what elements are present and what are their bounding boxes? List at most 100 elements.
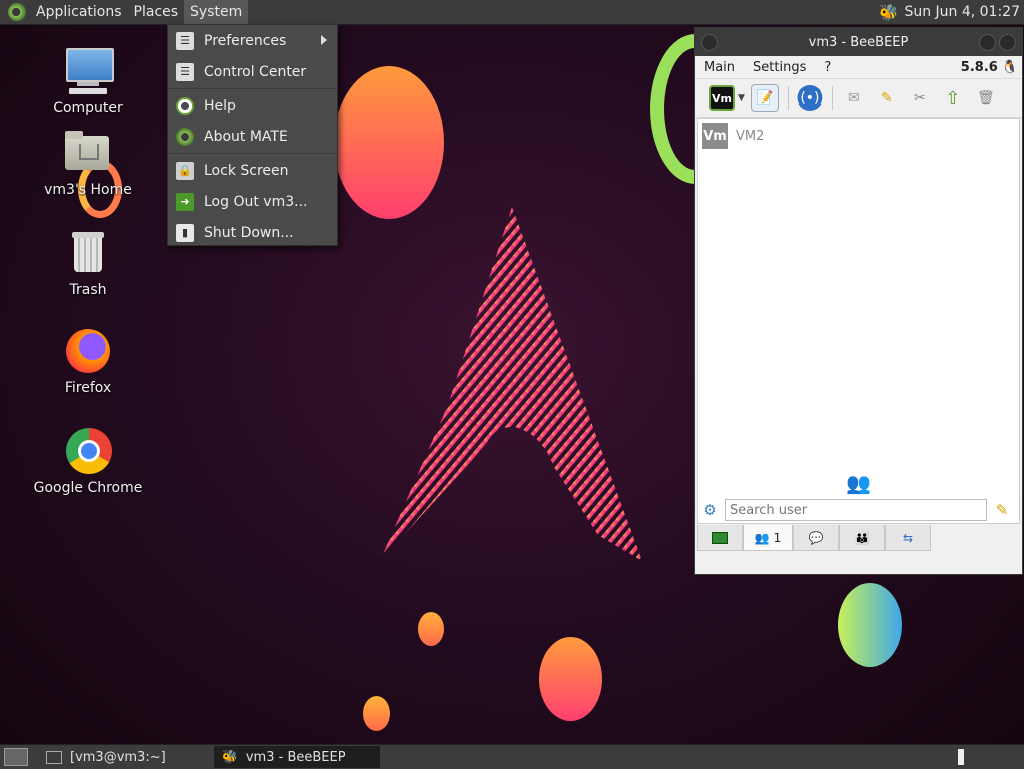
tray-area: 🐝 Sun Jun 4, 01:27 [879, 3, 1024, 22]
clear-search-icon[interactable]: ✎ [987, 501, 1017, 519]
close-button[interactable] [999, 34, 1016, 51]
beebeep-tray-icon[interactable]: 🐝 [879, 3, 899, 22]
help-icon [176, 96, 194, 115]
tab-chats[interactable]: 💬 [793, 525, 839, 551]
wallpaper-orb [838, 583, 902, 667]
bottom-panel: [vm3@vm3:~] 🐝 vm3 - BeeBEEP [0, 744, 1024, 769]
search-user-input[interactable] [725, 499, 987, 521]
menu-item-help[interactable]: Help [168, 90, 337, 121]
linux-icon: 🐧 [1001, 59, 1018, 75]
menu-item-label: Help [204, 97, 236, 114]
shutdown-icon: ▮ [176, 223, 194, 242]
search-row: ⚙ ✎ [695, 497, 1022, 523]
terminal-icon [46, 750, 62, 764]
window-titlebar[interactable]: vm3 - BeeBEEP [695, 28, 1022, 56]
menu-item-preferences[interactable]: ☰ Preferences [168, 25, 337, 56]
firefox-icon [63, 326, 113, 376]
desktop-icon-trash[interactable]: Trash [28, 228, 148, 298]
settings-gear-icon[interactable]: ⚙ [695, 501, 725, 519]
desktop-icon-label: vm3's Home [44, 182, 132, 198]
menu-main[interactable]: Main [695, 60, 744, 75]
applications-menu[interactable]: Applications [30, 0, 128, 24]
beebeep-tabs: 👥 1 💬 👪 ⇆ [697, 525, 931, 551]
desktop-icon-label: Google Chrome [33, 480, 143, 496]
group-icon: 👪 [854, 530, 870, 545]
desktop-icon-label: Computer [53, 100, 123, 116]
show-desktop-icon[interactable] [4, 748, 28, 766]
wallpaper-orb [334, 66, 444, 219]
network-icon[interactable]: ((•)) [795, 85, 825, 111]
beebeep-toolbar: Vm ▼ 📝 ((•)) ✉ ✎ ✂ ⇧ 🗑 [695, 79, 1022, 118]
desktop-icon-home[interactable]: vm3's Home [28, 128, 148, 198]
menu-item-about-mate[interactable]: About MATE [168, 121, 337, 152]
desktop-icon-chrome[interactable]: Google Chrome [28, 426, 148, 496]
menu-item-label: Lock Screen [204, 162, 289, 179]
lock-screen-icon: 🔒 [176, 161, 194, 180]
menu-settings[interactable]: Settings [744, 60, 815, 75]
menu-item-label: Log Out vm3... [204, 193, 308, 210]
menu-item-control-center[interactable]: ☰ Control Center [168, 56, 337, 87]
trash-icon [63, 228, 113, 278]
top-panel: Applications Places System 🐝 Sun Jun 4, … [0, 0, 1024, 25]
tab-groups[interactable]: 👪 [839, 525, 885, 551]
desktop-icon-label: Firefox [64, 380, 112, 396]
mate-logo-icon[interactable] [8, 3, 26, 21]
wallpaper-orb [363, 696, 390, 731]
trash-bin-icon[interactable]: 🗑 [973, 85, 999, 111]
places-menu[interactable]: Places [128, 0, 185, 24]
upload-icon[interactable]: ⇧ [940, 85, 966, 111]
menu-item-label: About MATE [204, 128, 288, 145]
monitor-icon [712, 531, 728, 544]
users-group-icon: 👥 [846, 471, 871, 495]
users-icon: 👥 [754, 530, 770, 545]
toolbar-separator [831, 86, 833, 110]
share-icon: ⇆ [902, 530, 914, 545]
about-mate-icon [176, 127, 194, 146]
tab-home[interactable] [697, 525, 743, 551]
tab-users[interactable]: 👥 1 [743, 525, 793, 551]
user-list-item[interactable]: Vm VM2 [698, 119, 1019, 153]
note-icon[interactable]: ✎ [874, 85, 900, 111]
taskbar-item-terminal[interactable]: [vm3@vm3:~] [38, 746, 174, 768]
submenu-arrow-icon [321, 35, 327, 45]
wallpaper-orb [539, 637, 602, 721]
message-icon[interactable]: ✉ [841, 85, 867, 111]
menu-separator [168, 153, 337, 154]
preferences-icon: ☰ [176, 31, 194, 50]
chevron-down-icon[interactable]: ▼ [738, 93, 745, 103]
desktop-icon-firefox[interactable]: Firefox [28, 326, 148, 396]
window-menu-button[interactable] [701, 34, 718, 51]
main-menu-bar: Applications Places System [30, 0, 249, 24]
tab-shares[interactable]: ⇆ [885, 525, 931, 551]
status-avatar-button[interactable]: Vm [709, 85, 735, 111]
desktop-icon-label: Trash [69, 282, 107, 298]
menu-help[interactable]: ? [815, 60, 840, 75]
menu-item-log-out[interactable]: ➜ Log Out vm3... [168, 186, 337, 217]
chrome-icon [63, 426, 113, 476]
beebeep-window: vm3 - BeeBEEP Main Settings ? 5.8.6 🐧 Vm… [694, 27, 1023, 575]
taskbar-item-label: vm3 - BeeBEEP [245, 749, 346, 765]
minimize-button[interactable] [979, 34, 996, 51]
menu-item-label: Shut Down... [204, 224, 294, 241]
menu-item-label: Preferences [204, 32, 287, 49]
desktop-icon-computer[interactable]: Computer [28, 46, 148, 116]
tools-icon[interactable]: ✂ [907, 85, 933, 111]
workspace-switcher[interactable] [958, 749, 964, 765]
taskbar-item-beebeep[interactable]: 🐝 vm3 - BeeBEEP [213, 746, 380, 768]
window-title: vm3 - BeeBEEP [808, 34, 909, 50]
control-center-icon: ☰ [176, 62, 194, 81]
clock[interactable]: Sun Jun 4, 01:27 [904, 4, 1020, 20]
system-menu[interactable]: System [184, 0, 249, 24]
profile-edit-icon[interactable]: 📝 [750, 84, 779, 112]
user-list: Vm VM2 👥 [697, 118, 1020, 524]
taskbar-item-label: [vm3@vm3:~] [70, 749, 166, 765]
chat-icon: 💬 [808, 530, 824, 545]
menu-item-shut-down[interactable]: ▮ Shut Down... [168, 217, 337, 248]
version-label: 5.8.6 [960, 59, 998, 75]
wallpaper-orb [418, 612, 444, 646]
user-name: VM2 [736, 128, 765, 144]
menu-item-lock-screen[interactable]: 🔒 Lock Screen [168, 155, 337, 186]
home-folder-icon [63, 128, 113, 178]
arch-logo [380, 207, 642, 561]
system-dropdown-menu: ☰ Preferences ☰ Control Center Help Abou… [167, 24, 338, 246]
